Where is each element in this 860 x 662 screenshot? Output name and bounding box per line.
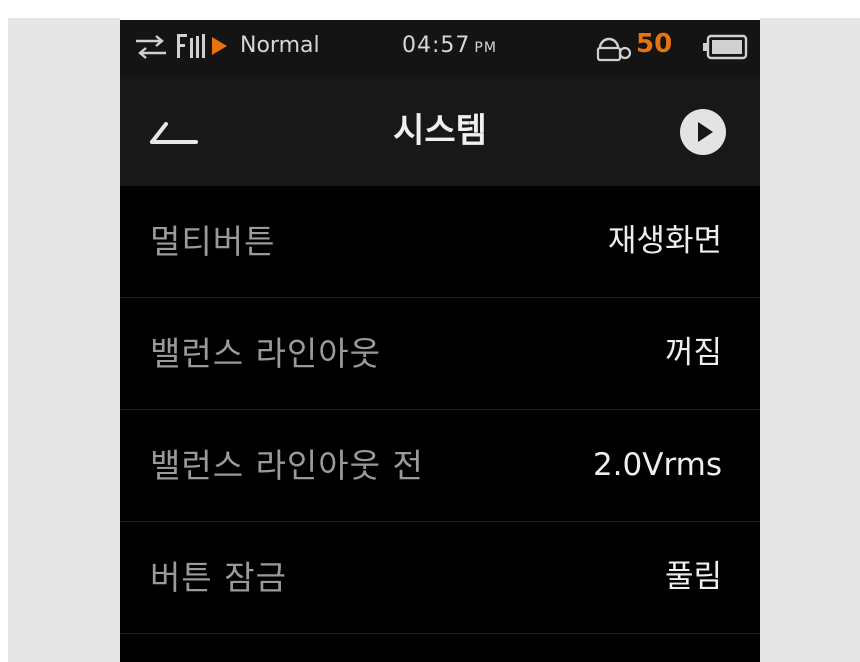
settings-item-label: 밸런스 라인아웃	[150, 334, 382, 373]
screen-header: 시스템	[120, 76, 760, 186]
clock-ampm: PM	[474, 40, 497, 56]
device-screen: Normal 04:57 PM 50 시스템 멀티버튼 재생화면 밸런스 라인아…	[120, 20, 760, 662]
play-state-icon	[212, 37, 227, 55]
settings-list: 멀티버튼 재생화면 밸런스 라인아웃 꺼짐 밸런스 라인아웃 전 2.0Vrms…	[120, 186, 760, 634]
settings-item-value: 2.0Vrms	[592, 447, 722, 483]
status-bar: Normal 04:57 PM 50	[120, 20, 760, 76]
page-title: 시스템	[393, 111, 487, 151]
settings-item-value: 꺼짐	[664, 335, 722, 371]
back-arrow-icon[interactable]	[146, 114, 206, 154]
left-backdrop	[8, 18, 120, 662]
settings-item-value: 재생화면	[607, 223, 722, 259]
filter-level-icon	[177, 34, 205, 58]
settings-item-button-lock[interactable]: 버튼 잠금 풀림	[120, 522, 760, 634]
clock: 04:57 PM	[402, 33, 497, 58]
battery-icon	[703, 34, 748, 60]
volume-level: 50	[636, 29, 673, 59]
now-playing-button[interactable]	[680, 109, 726, 155]
settings-item-label: 멀티버튼	[150, 222, 276, 261]
settings-item-balanced-lineout[interactable]: 밸런스 라인아웃 꺼짐	[120, 298, 760, 410]
settings-item-multi-button[interactable]: 멀티버튼 재생화면	[120, 186, 760, 298]
now-playing-icon	[698, 122, 713, 142]
right-backdrop	[760, 18, 860, 662]
settings-item-balanced-lineout-voltage[interactable]: 밸런스 라인아웃 전 2.0Vrms	[120, 410, 760, 522]
playback-mode-text: Normal	[240, 33, 320, 58]
settings-item-value: 풀림	[664, 559, 722, 595]
key-lock-icon	[596, 37, 632, 62]
clock-time: 04:57	[402, 33, 471, 58]
settings-item-label: 버튼 잠금	[150, 558, 287, 597]
settings-item-label: 밸런스 라인아웃 전	[150, 446, 424, 485]
repeat-icon	[136, 35, 166, 59]
